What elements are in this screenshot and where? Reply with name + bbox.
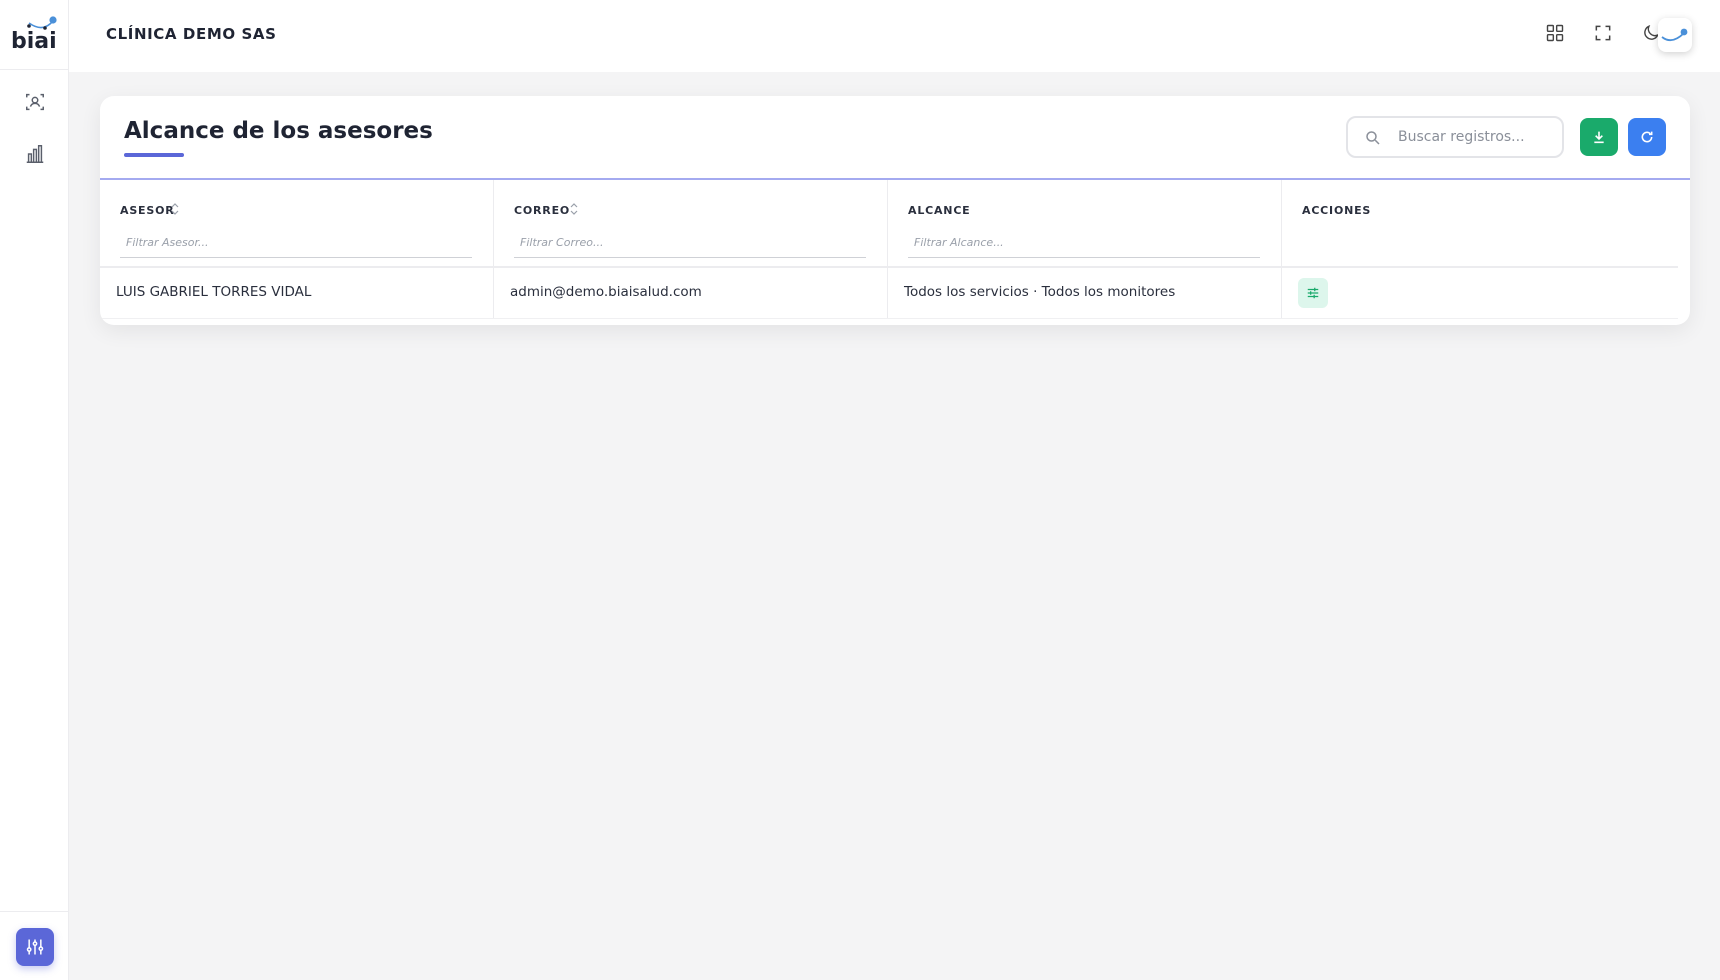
asesor-email: admin@demo.biaisalud.com [510, 284, 702, 300]
fullscreen-button[interactable] [1590, 20, 1616, 46]
search-box [1346, 116, 1564, 158]
bar-chart-icon [26, 145, 44, 163]
cell-asesor: LUIS GABRIEL TORRES VIDAL [100, 268, 494, 318]
column-alcance: ALCANCE [888, 180, 1282, 266]
cell-correo: admin@demo.biaisalud.com [494, 268, 888, 318]
user-avatar-button[interactable] [1658, 18, 1692, 52]
column-acciones: ACCIONES [1282, 180, 1676, 266]
fullscreen-icon [1595, 25, 1611, 41]
biai-logo-icon: biai [11, 15, 57, 54]
organization-name: CLÍNICA DEMO SAS [106, 25, 277, 43]
sidebar-nav [0, 70, 68, 270]
sort-icon[interactable] [170, 202, 180, 216]
filter-correo-input[interactable] [514, 228, 866, 258]
top-header: CLÍNICA DEMO SAS [69, 0, 1720, 72]
refresh-icon [1641, 131, 1653, 143]
edit-scope-button[interactable] [1298, 278, 1328, 308]
column-label-correo[interactable]: CORREO [514, 204, 570, 217]
sidebar-item-reportes[interactable] [15, 134, 55, 174]
filter-asesor-input[interactable] [120, 228, 472, 258]
avatar-logo-icon [1661, 28, 1688, 42]
refresh-button[interactable] [1628, 118, 1666, 156]
sliders-icon [26, 939, 44, 955]
sidebar-footer [0, 911, 69, 980]
advisors-scope-card: Alcance de los asesores ASESOR [100, 96, 1690, 325]
grid-icon [1546, 24, 1564, 42]
sort-icon[interactable] [569, 202, 579, 216]
card-header: Alcance de los asesores [100, 96, 1690, 180]
asesor-name: LUIS GABRIEL TORRES VIDAL [116, 284, 312, 300]
download-button[interactable] [1580, 118, 1618, 156]
column-asesor: ASESOR [100, 180, 494, 266]
title-underline [124, 153, 184, 157]
advisors-table: ASESOR CORREO ALCANCE ACCIONES [100, 180, 1678, 319]
page-title: Alcance de los asesores [124, 118, 433, 144]
column-label-asesor[interactable]: ASESOR [120, 204, 175, 217]
table-header: ASESOR CORREO ALCANCE ACCIONES [100, 180, 1678, 268]
logo-text: biai [11, 29, 57, 54]
asesor-scope: Todos los servicios · Todos los monitore… [904, 284, 1176, 300]
brand-logo[interactable]: biai [0, 0, 68, 70]
column-correo: CORREO [494, 180, 888, 266]
cell-acciones [1282, 268, 1676, 318]
cell-alcance: Todos los servicios · Todos los monitore… [888, 268, 1282, 318]
adjust-icon [1307, 287, 1319, 299]
customizer-button[interactable] [16, 928, 54, 966]
column-label-alcance: ALCANCE [908, 204, 971, 217]
sidebar: biai [0, 0, 69, 980]
download-icon [1594, 131, 1604, 144]
filter-alcance-input[interactable] [908, 228, 1260, 258]
user-scan-icon [26, 93, 44, 111]
column-label-acciones: ACCIONES [1302, 204, 1372, 217]
search-input[interactable] [1396, 128, 1550, 146]
table-row: LUIS GABRIEL TORRES VIDAL admin@demo.bia… [100, 268, 1678, 319]
apps-grid-button[interactable] [1542, 20, 1568, 46]
search-icon [1366, 131, 1380, 145]
sidebar-item-asesores[interactable] [15, 82, 55, 122]
